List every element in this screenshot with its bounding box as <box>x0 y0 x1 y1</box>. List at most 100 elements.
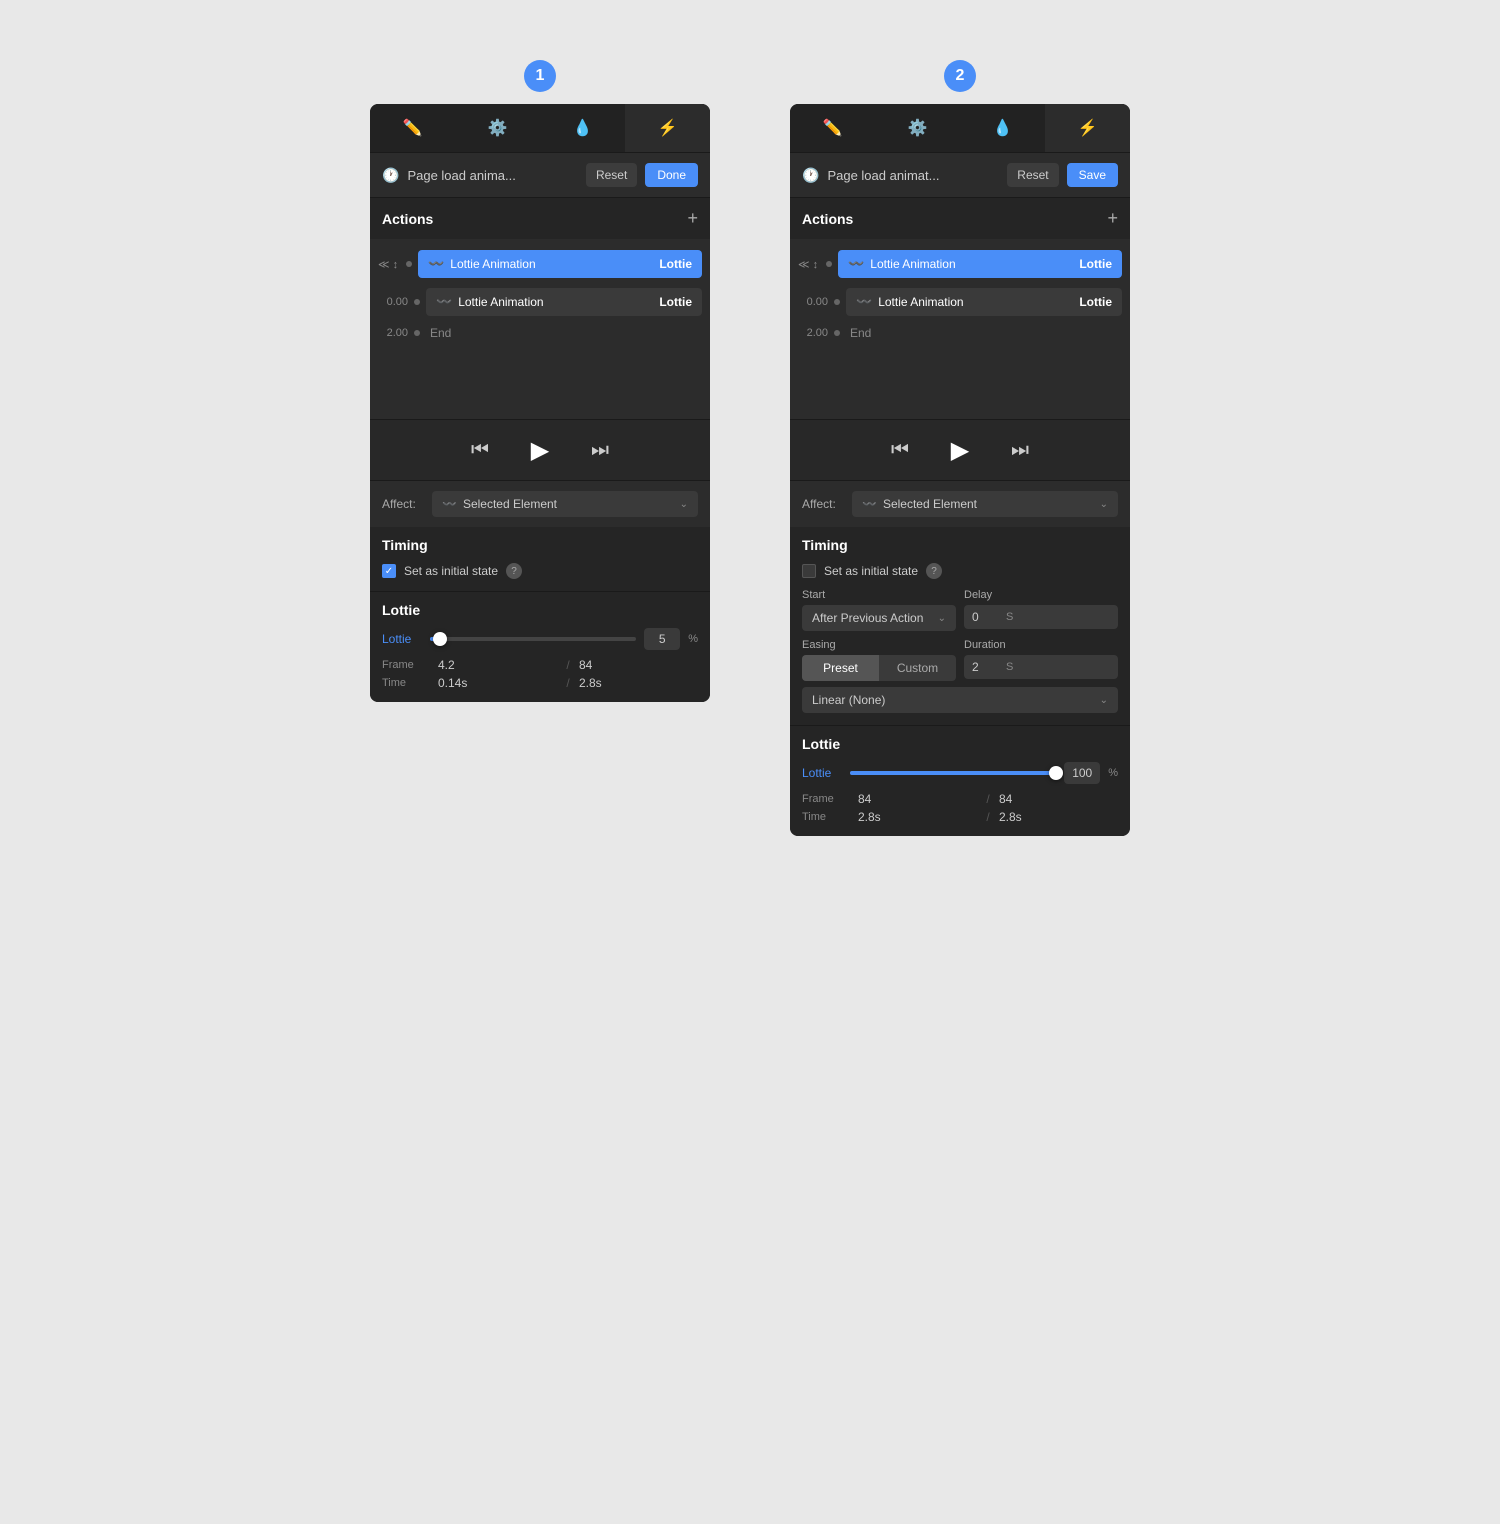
lottie-value-box-1: 5 <box>644 628 680 650</box>
action-controls-1[interactable]: ≪ ↕ <box>378 258 398 271</box>
actions-list-1: ≪ ↕ 〰️ Lottie Animation Lottie 0.00 <box>370 239 710 419</box>
reset-button-1[interactable]: Reset <box>586 163 637 187</box>
delay-label-2: Delay <box>964 589 1118 601</box>
tab-water-2[interactable]: 💧 <box>960 104 1045 152</box>
custom-tab-2[interactable]: Custom <box>879 655 956 681</box>
time-slash-1: / <box>563 676 573 690</box>
reset-button-2[interactable]: Reset <box>1007 163 1058 187</box>
lottie-wave-affect-2: 〰️ <box>862 497 877 511</box>
help-icon-2[interactable]: ? <box>926 563 942 579</box>
lottie-slider-thumb-2[interactable] <box>1049 766 1063 780</box>
panel-1-header: 🕐 Page load anima... Reset Done <box>370 153 710 198</box>
action-dot-end-2 <box>834 330 840 336</box>
easing-duration-grid-2: Easing Preset Custom Duration S <box>802 639 1118 681</box>
time-slash-2: / <box>983 810 993 824</box>
tab-paint-1[interactable]: ✏️ <box>370 104 455 152</box>
chevron-down-icon-affect-1: ⌄ <box>680 499 688 510</box>
actions-title-1: Actions <box>382 211 433 227</box>
actions-header-1: Actions + <box>370 198 710 239</box>
action-item-left-0-2: 〰️ Lottie Animation <box>848 256 956 272</box>
action-item-1-1[interactable]: 〰️ Lottie Animation Lottie <box>426 288 702 316</box>
start-select-2[interactable]: After Previous Action ⌄ <box>802 605 956 631</box>
tab-settings-1[interactable]: ⚙️ <box>455 104 540 152</box>
actions-title-2: Actions <box>802 211 853 227</box>
action-tag-0-1: Lottie <box>659 257 692 271</box>
delay-field-2: Delay S <box>964 589 1118 631</box>
preset-tab-2[interactable]: Preset <box>802 655 879 681</box>
animation-title-2: Page load animat... <box>827 168 999 183</box>
next-button-2[interactable]: ⏭ <box>1002 432 1038 468</box>
clock-icon-1: 🕐 <box>382 167 399 184</box>
chevron-down-start-2: ⌄ <box>938 613 946 624</box>
initial-state-checkbox-1[interactable]: ✓ <box>382 564 396 578</box>
duration-label-2: Duration <box>964 639 1118 651</box>
easing-dropdown-2[interactable]: Linear (None) ⌄ <box>802 687 1118 713</box>
lottie-wave-icon-0-2: 〰️ <box>848 256 864 272</box>
chevron-down-icon-affect-2: ⌄ <box>1100 499 1108 510</box>
tab-settings-2[interactable]: ⚙️ <box>875 104 960 152</box>
affect-row-2: Affect: 〰️ Selected Element ⌄ <box>790 480 1130 527</box>
action-dot-end-1 <box>414 330 420 336</box>
easing-field-2: Easing Preset Custom <box>802 639 956 681</box>
lottie-title-2: Lottie <box>802 736 1118 752</box>
lottie-slider-thumb-1[interactable] <box>433 632 447 646</box>
lottie-label-2: Lottie <box>802 766 842 780</box>
tab-lightning-2[interactable]: ⚡ <box>1045 104 1130 152</box>
panel-2: ✏️ ⚙️ 💧 ⚡ 🕐 Page load animat... Reset Sa… <box>790 104 1130 836</box>
start-field-2: Start After Previous Action ⌄ <box>802 589 956 631</box>
easing-section-2: Easing Preset Custom Duration S <box>802 639 1118 713</box>
time-label-1: Time <box>382 677 432 689</box>
action-item-1-2[interactable]: 〰️ Lottie Animation Lottie <box>846 288 1122 316</box>
actions-header-2: Actions + <box>790 198 1130 239</box>
timing-title-2: Timing <box>802 537 1118 553</box>
prev-button-2[interactable]: ⏮ <box>882 432 918 468</box>
time-current-2: 2.8s <box>858 810 977 824</box>
timing-section-1: Timing ✓ Set as initial state ? <box>370 527 710 591</box>
lottie-slider-track-2[interactable] <box>850 771 1056 775</box>
affect-value-2: Selected Element <box>883 497 977 511</box>
frame-label-2: Frame <box>802 793 852 805</box>
lottie-percent-1: % <box>688 633 698 645</box>
play-button-1[interactable]: ▶ <box>522 432 558 468</box>
lottie-slider-track-1[interactable] <box>430 637 636 641</box>
action-dot-0-1 <box>406 261 412 267</box>
action-row-end-1: 2.00 End <box>370 321 710 345</box>
frame-slash-1: / <box>563 658 573 672</box>
chevron-down-easing-2: ⌄ <box>1100 695 1108 706</box>
done-button-1[interactable]: Done <box>645 163 698 187</box>
action-item-0-2[interactable]: 〰️ Lottie Animation Lottie <box>838 250 1122 278</box>
delay-input-2[interactable] <box>972 610 1002 624</box>
initial-state-label-2: Set as initial state <box>824 564 918 578</box>
add-action-button-1[interactable]: + <box>687 208 698 229</box>
affect-label-1: Affect: <box>382 497 422 511</box>
tab-paint-2[interactable]: ✏️ <box>790 104 875 152</box>
panel-2-header: 🕐 Page load animat... Reset Save <box>790 153 1130 198</box>
affect-select-1[interactable]: 〰️ Selected Element ⌄ <box>432 491 698 517</box>
lottie-wave-icon-0-1: 〰️ <box>428 256 444 272</box>
action-label-0-1: Lottie Animation <box>450 257 535 271</box>
next-button-1[interactable]: ⏭ <box>582 432 618 468</box>
lottie-slider-row-2: Lottie 100 % <box>802 762 1118 784</box>
action-row-1-1: 0.00 〰️ Lottie Animation Lottie <box>370 283 710 321</box>
prev-button-1[interactable]: ⏮ <box>462 432 498 468</box>
affect-select-2[interactable]: 〰️ Selected Element ⌄ <box>852 491 1118 517</box>
checkbox-row-2: Set as initial state ? <box>802 563 1118 579</box>
time-current-1: 0.14s <box>438 676 557 690</box>
save-button-2[interactable]: Save <box>1067 163 1118 187</box>
duration-input-2[interactable] <box>972 660 1002 674</box>
start-label-2: Start <box>802 589 956 601</box>
tab-water-1[interactable]: 💧 <box>540 104 625 152</box>
tab-lightning-1[interactable]: ⚡ <box>625 104 710 152</box>
actions-list-2: ≪ ↕ 〰️ Lottie Animation Lottie 0.00 <box>790 239 1130 419</box>
play-button-2[interactable]: ▶ <box>942 432 978 468</box>
initial-state-checkbox-2[interactable] <box>802 564 816 578</box>
action-time-1-1: 0.00 <box>378 296 408 308</box>
help-icon-1[interactable]: ? <box>506 563 522 579</box>
step-badge-1: 1 <box>524 60 556 92</box>
action-item-0-1[interactable]: 〰️ Lottie Animation Lottie <box>418 250 702 278</box>
action-controls-2[interactable]: ≪ ↕ <box>798 258 818 271</box>
action-label-1-1: Lottie Animation <box>458 295 543 309</box>
add-action-button-2[interactable]: + <box>1107 208 1118 229</box>
duration-field-2: Duration S <box>964 639 1118 681</box>
panel-2-column: 2 ✏️ ⚙️ 💧 ⚡ 🕐 Page load animat... Reset … <box>790 60 1130 836</box>
